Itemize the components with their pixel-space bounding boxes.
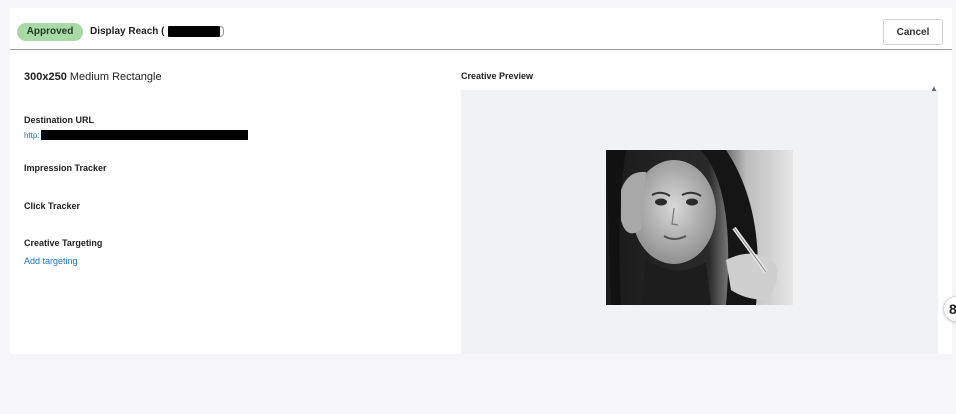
creative-preview-area [461,90,938,354]
destination-url-label: Destination URL [24,115,95,125]
portrait-illustration [606,150,793,305]
creative-preview-image [606,150,793,305]
click-tracker-label: Click Tracker [24,201,81,211]
campaign-name: Display Reach ( [90,26,225,37]
cancel-button[interactable]: Cancel [883,19,943,45]
campaign-name-close-paren [220,26,225,37]
floating-assistant-icon: 8 [949,301,956,317]
destination-url-row: http: [24,130,248,140]
creative-detail-panel: Approved Display Reach ( Cancel 300x250 … [10,8,952,354]
add-targeting-link[interactable]: Add targeting [24,256,78,266]
creative-size: 300x250 Medium Rectangle [24,71,162,83]
destination-url-link[interactable]: http: [24,131,40,140]
impression-tracker-label: Impression Tracker [24,163,107,173]
redacted-campaign-name [168,26,221,37]
creative-preview-label: Creative Preview [461,71,534,81]
creative-size-dimensions: 300x250 [24,71,67,83]
status-badge: Approved [17,23,83,41]
scroll-up-arrow[interactable]: ▲ [930,84,938,93]
header-bar: Approved Display Reach ( Cancel [10,8,952,50]
creative-size-name: Medium Rectangle [69,71,162,83]
creative-targeting-label: Creative Targeting [24,238,103,248]
redacted-destination-url [40,130,248,140]
campaign-name-text: Display Reach ( [90,26,165,37]
